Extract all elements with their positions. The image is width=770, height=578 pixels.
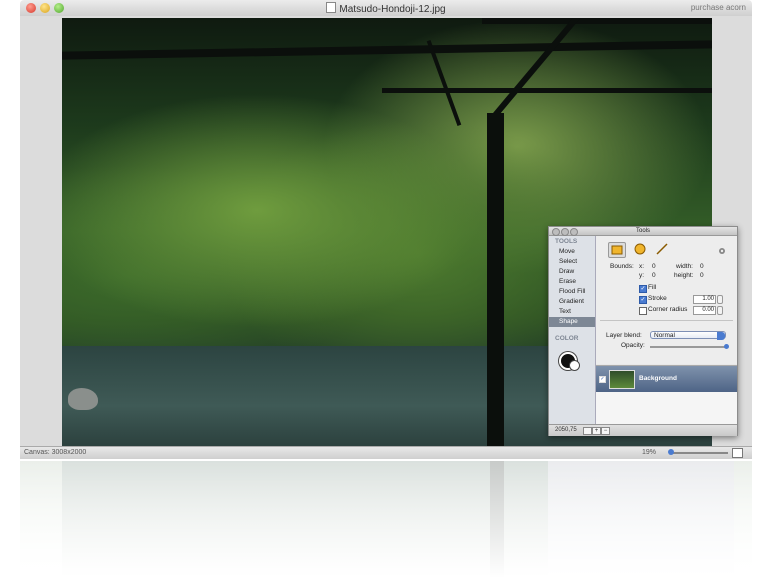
oval-shape-button[interactable] [632, 242, 648, 258]
shape-properties: Bounds: x: 0 width: 0 y: 0 height: 0 ✓ F… [596, 236, 737, 364]
pergola-beam [382, 88, 712, 93]
tool-item[interactable]: Flood Fill [549, 287, 595, 297]
layers-list: ✓ Background [596, 365, 737, 425]
stroke-width-field[interactable]: 1.00 [693, 295, 716, 304]
layer-thumbnail [609, 370, 635, 389]
corner-radius-field[interactable]: 0.00 [693, 306, 716, 315]
zoom-slider-knob[interactable] [668, 449, 674, 455]
zoom-level: 19% [642, 449, 657, 456]
rock [68, 388, 98, 410]
oval-icon [634, 243, 646, 255]
tools-panel: Tools TOOLS Move Select Draw Erase Flood Fil… [548, 226, 738, 436]
fit-window-button[interactable] [732, 448, 743, 458]
reflection-fade [20, 461, 752, 578]
cursor-coordinates: 2050,75 [555, 427, 577, 433]
tools-sidebar: TOOLS Move Select Draw Erase Flood Fill Gradi… [549, 236, 596, 424]
window-title: Matsudo-Hondoji-12.jpg [20, 2, 752, 15]
purchase-link[interactable]: purchase acorn [691, 3, 746, 12]
rectangle-icon [611, 245, 623, 255]
height-label: height: [674, 272, 694, 279]
tools-panel-title: Tools [635, 228, 650, 234]
status-bar: Canvas: 3008x2000 19% [20, 446, 752, 459]
color-header: COLOR [555, 335, 579, 342]
corner-radius-label: Corner radius [648, 306, 688, 313]
layer-row[interactable]: ✓ Background [596, 366, 737, 392]
tools-panel-title-bar[interactable]: Tools [549, 227, 737, 236]
tool-item[interactable]: Text [549, 307, 595, 317]
line-icon [656, 243, 668, 255]
divider [600, 320, 733, 321]
fill-color-well[interactable] [569, 360, 580, 371]
pergola-beam [482, 18, 712, 24]
opacity-slider[interactable] [650, 346, 726, 348]
options-icon[interactable] [718, 247, 726, 257]
layer-blend-label: Layer blend: [606, 332, 642, 339]
panel-zoom-button[interactable] [570, 228, 578, 236]
corner-radius-stepper[interactable] [717, 306, 723, 315]
title-bar[interactable]: Matsudo-Hondoji-12.jpg purchase acorn [20, 0, 752, 17]
layer-options-button[interactable] [583, 427, 592, 435]
fill-checkbox[interactable]: ✓ [639, 285, 647, 293]
rectangle-shape-button[interactable] [608, 242, 626, 258]
pergola-beam [62, 40, 712, 60]
panel-close-button[interactable] [552, 228, 560, 236]
line-shape-button[interactable] [654, 242, 670, 258]
stroke-label: Stroke [648, 295, 667, 302]
zoom-slider[interactable] [672, 452, 728, 454]
document-icon [326, 2, 337, 13]
y-label: y: [639, 272, 645, 279]
opacity-label: Opacity: [621, 342, 645, 349]
layer-name: Background [639, 375, 677, 382]
tools-panel-footer: 2050,75 + − [549, 424, 737, 436]
height-value[interactable]: 0 [700, 272, 704, 279]
fill-label: Fill [648, 284, 657, 291]
layer-visibility-checkbox[interactable]: ✓ [599, 376, 606, 383]
opacity-slider-knob[interactable] [724, 344, 729, 349]
layer-blend-value: Normal [654, 332, 675, 339]
pergola-beam [492, 18, 588, 118]
tool-item[interactable]: Draw [549, 267, 595, 277]
remove-layer-button[interactable]: − [601, 427, 610, 435]
y-value[interactable]: 0 [652, 272, 656, 279]
layer-blend-select[interactable]: Normal [650, 331, 726, 340]
x-label: x: [639, 263, 645, 270]
stroke-checkbox[interactable]: ✓ [639, 296, 647, 304]
x-value[interactable]: 0 [652, 263, 656, 270]
bounds-label: Bounds: [610, 263, 634, 270]
tool-item[interactable]: Erase [549, 277, 595, 287]
tool-item[interactable]: Select [549, 257, 595, 267]
gear-icon [719, 248, 725, 254]
width-label: width: [676, 263, 693, 270]
tool-item[interactable]: Move [549, 247, 595, 257]
canvas-size-label: Canvas: 3008x2000 [24, 449, 87, 456]
pergola-post [487, 113, 504, 446]
tools-header: TOOLS [555, 238, 578, 245]
panel-minimize-button[interactable] [561, 228, 569, 236]
tool-item[interactable]: Gradient [549, 297, 595, 307]
stroke-width-stepper[interactable] [717, 295, 723, 304]
chevron-down-icon [717, 332, 725, 340]
tool-item[interactable]: Shape [549, 317, 595, 327]
width-value[interactable]: 0 [700, 263, 704, 270]
corner-radius-checkbox[interactable] [639, 307, 647, 315]
resize-grip-icon[interactable] [725, 427, 732, 433]
add-layer-button[interactable]: + [592, 427, 601, 435]
